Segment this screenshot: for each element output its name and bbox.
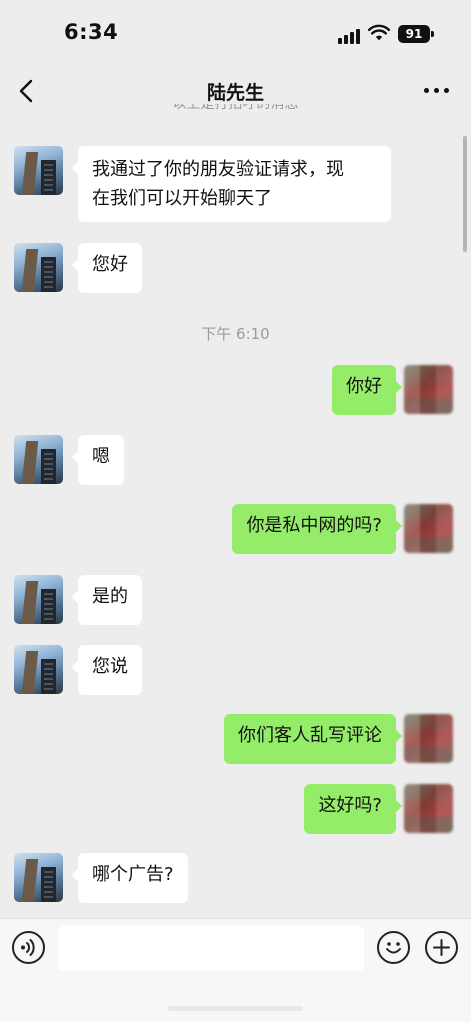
message-text-line: 我通过了你的朋友验证请求，现 (92, 159, 344, 180)
contact-avatar[interactable] (14, 243, 63, 292)
message-bubble-received[interactable]: 是的 (72, 575, 142, 625)
message-text: 你们客人乱写评论 (238, 725, 382, 746)
more-options-icon[interactable] (424, 88, 450, 94)
chat-title: 陆先生 (206, 82, 264, 104)
more-functions-button[interactable] (425, 931, 458, 964)
message-text: 这好吗? (318, 795, 382, 816)
message-timestamp: 下午 6:10 (201, 325, 270, 343)
my-avatar[interactable] (404, 504, 453, 553)
scrollbar[interactable] (463, 136, 467, 252)
wifi-icon (368, 24, 390, 41)
message-text: 嗯 (92, 446, 110, 467)
cut-off-system-message-text: 以上是打招呼的消息 (172, 104, 299, 112)
message-text-line: 在我们可以开始聊天了 (92, 188, 272, 209)
contact-avatar[interactable] (14, 645, 63, 694)
voice-wave-icon (21, 939, 35, 956)
message-bubble-sent[interactable]: 你是私中网的吗? (232, 504, 402, 554)
message-input[interactable] (58, 926, 364, 971)
message-text: 您说 (92, 656, 128, 677)
message-bubble-received[interactable]: 您说 (72, 645, 142, 695)
smiley-icon (386, 942, 401, 954)
my-avatar[interactable] (404, 714, 453, 763)
message-bubble-sent[interactable]: 你们客人乱写评论 (224, 714, 402, 764)
contact-avatar[interactable] (14, 146, 63, 195)
chat-screen: 6:34 91 陆先生 以上是打招呼的消息 我通过了你的朋友验证请求，现 在我们… (0, 0, 471, 1022)
contact-avatar[interactable] (14, 853, 63, 902)
contact-avatar[interactable] (14, 435, 63, 484)
status-time: 6:34 (64, 20, 119, 44)
battery-tip (431, 31, 434, 37)
message-bubble-sent[interactable]: 这好吗? (304, 784, 402, 834)
message-text: 哪个广告? (92, 864, 174, 885)
message-bubble-received[interactable]: 您好 (72, 243, 142, 293)
battery-icon: 91 (398, 25, 430, 43)
message-text: 您好 (92, 254, 128, 275)
message-text: 你是私中网的吗? (246, 515, 382, 536)
message-list[interactable]: 我通过了你的朋友验证请求，现 在我们可以开始聊天了 您好 下午 6:10 你好 … (0, 118, 471, 918)
plus-icon (433, 939, 450, 956)
cellular-signal-icon (338, 28, 360, 44)
input-bar (0, 918, 471, 1022)
contact-avatar[interactable] (14, 575, 63, 624)
my-avatar[interactable] (404, 784, 453, 833)
message-text: 你好 (346, 376, 382, 397)
emoji-button[interactable] (377, 931, 410, 964)
home-indicator (168, 1006, 303, 1011)
message-text: 是的 (92, 586, 128, 607)
message-bubble-sent[interactable]: 你好 (332, 365, 402, 415)
voice-input-button[interactable] (12, 931, 45, 964)
message-bubble-received[interactable]: 我通过了你的朋友验证请求，现 在我们可以开始聊天了 (72, 146, 391, 222)
message-bubble-received[interactable]: 嗯 (72, 435, 124, 485)
my-avatar[interactable] (404, 365, 453, 414)
status-bar: 6:34 91 (0, 0, 471, 64)
cut-off-system-message: 以上是打招呼的消息 (0, 104, 471, 118)
message-bubble-received[interactable]: 哪个广告? (72, 853, 188, 903)
